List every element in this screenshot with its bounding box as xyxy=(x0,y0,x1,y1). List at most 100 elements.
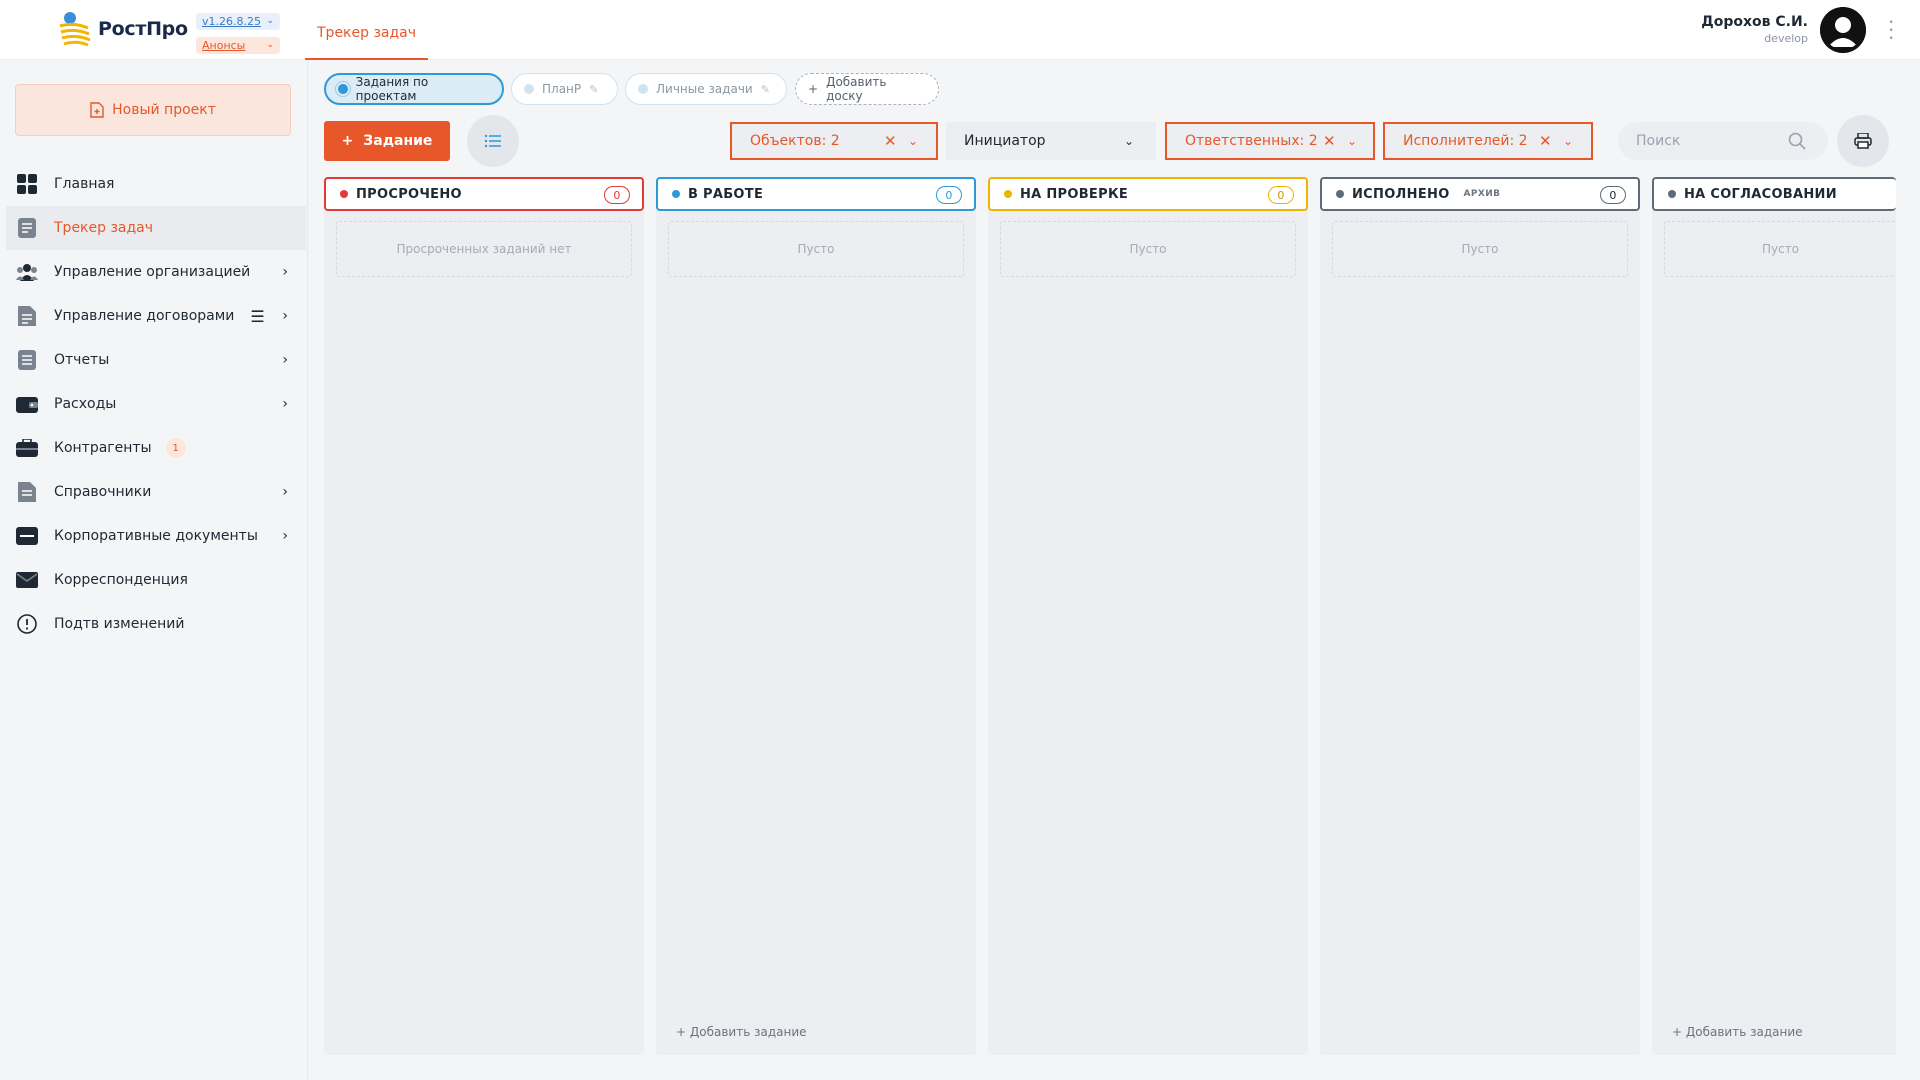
users-icon xyxy=(16,261,38,283)
chevron-down-icon: ⌄ xyxy=(266,40,274,50)
archive-link[interactable]: АРХИВ xyxy=(1464,189,1501,199)
sidebar-item-organization[interactable]: Управление организацией › xyxy=(6,250,306,294)
column-title: НА СОГЛАСОВАНИИ xyxy=(1684,186,1837,202)
user-info[interactable]: Дорохов С.И. develop xyxy=(1701,14,1808,45)
chevron-right-icon: › xyxy=(282,264,288,280)
column-header: НА СОГЛАСОВАНИИ xyxy=(1652,177,1896,211)
sidebar: Новый проект Главная Трекер задач Управл… xyxy=(0,60,308,1080)
sidebar-item-correspondence[interactable]: Корреспонденция xyxy=(6,558,306,602)
sidebar-item-label: Корпоративные документы xyxy=(54,528,258,544)
sidebar-item-corporate-docs[interactable]: Корпоративные документы › xyxy=(6,514,306,558)
board-tab-projects[interactable]: Задания по проектам xyxy=(324,73,504,105)
column-title: ИСПОЛНЕНО xyxy=(1352,186,1450,202)
column-review: НА ПРОВЕРКЕ 0 Пусто xyxy=(988,177,1308,1055)
search-field[interactable]: Поиск xyxy=(1618,122,1828,160)
chevron-right-icon: › xyxy=(282,352,288,368)
column-empty-placeholder: Пусто xyxy=(1664,221,1896,277)
new-project-button[interactable]: Новый проект xyxy=(15,84,291,136)
list-icon[interactable]: ☰ xyxy=(250,307,264,326)
document-icon xyxy=(16,217,38,239)
sidebar-item-contracts[interactable]: Управление договорами ☰ › xyxy=(6,294,306,338)
alert-circle-icon xyxy=(16,613,38,635)
filter-responsible[interactable]: Ответственных: 2 ✕ ⌄ xyxy=(1165,122,1375,160)
app-header: РостПро v1.26.8.25 ⌄ Анонсы ⌄ Трекер зад… xyxy=(0,0,1920,60)
status-dot-icon xyxy=(340,190,348,198)
filter-executors[interactable]: Исполнителей: 2 ✕ ⌄ xyxy=(1383,122,1593,160)
board-tab-label: Задания по проектам xyxy=(355,75,429,103)
column-done: ИСПОЛНЕНО АРХИВ 0 Пусто xyxy=(1320,177,1640,1055)
sidebar-item-label: Управление договорами xyxy=(54,308,235,324)
sidebar-item-reports[interactable]: Отчеты › xyxy=(6,338,306,382)
column-title: ПРОСРОЧЕНО xyxy=(356,186,462,202)
edit-icon[interactable]: ✎ xyxy=(589,83,598,96)
plus-icon: + xyxy=(341,133,354,149)
add-board-button[interactable]: + Добавить доску xyxy=(795,73,939,105)
chevron-right-icon: › xyxy=(282,396,288,412)
tab-task-tracker[interactable]: Трекер задач xyxy=(305,0,429,60)
clear-icon[interactable]: ✕ xyxy=(884,132,897,150)
announcements-dropdown[interactable]: Анонсы ⌄ xyxy=(196,37,280,54)
filter-executors-label: Исполнителей: 2 xyxy=(1403,133,1528,149)
add-task-link[interactable]: + Добавить задание xyxy=(1672,1025,1803,1039)
filter-objects[interactable]: Объектов: 2 ✕ ⌄ xyxy=(730,122,938,160)
printer-icon xyxy=(1854,133,1872,149)
logo[interactable]: РостПро xyxy=(58,10,188,48)
column-empty-placeholder: Пусто xyxy=(668,221,964,277)
version-label: v1.26.8.25 xyxy=(202,15,261,28)
clear-icon[interactable]: ✕ xyxy=(1539,132,1552,150)
add-task-link[interactable]: + Добавить задание xyxy=(676,1025,807,1039)
add-task-link-label: Добавить задание xyxy=(689,1025,807,1039)
avatar[interactable] xyxy=(1820,7,1866,53)
sidebar-item-label: Главная xyxy=(54,176,115,192)
column-empty-placeholder: Пусто xyxy=(1332,221,1628,277)
sidebar-item-home[interactable]: Главная xyxy=(6,162,306,206)
filter-initiator[interactable]: Инициатор ⌄ xyxy=(946,122,1156,160)
clear-icon[interactable]: ✕ xyxy=(1323,132,1336,150)
column-empty-placeholder: Пусто xyxy=(1000,221,1296,277)
sidebar-item-counterparties[interactable]: Контрагенты 1 xyxy=(6,426,306,470)
column-count-badge: 0 xyxy=(936,186,962,204)
sidebar-item-task-tracker[interactable]: Трекер задач xyxy=(6,206,306,250)
list-view-button[interactable] xyxy=(467,115,519,167)
column-in-progress: В РАБОТЕ 0 Пусто + Добавить задание xyxy=(656,177,976,1055)
add-board-label: Добавить доску xyxy=(826,75,887,103)
report-icon xyxy=(16,349,38,371)
sidebar-item-directories[interactable]: Справочники › xyxy=(6,470,306,514)
column-approval: НА СОГЛАСОВАНИИ Пусто + Добавить задание xyxy=(1652,177,1896,1055)
chevron-right-icon: › xyxy=(282,484,288,500)
user-icon xyxy=(1820,7,1866,53)
board-tab-personal[interactable]: Личные задачи ✎ xyxy=(625,73,787,105)
sidebar-item-label: Подтв изменений xyxy=(54,616,185,632)
plus-icon: + xyxy=(808,82,819,96)
column-header: В РАБОТЕ 0 xyxy=(656,177,976,211)
sidebar-item-label: Контрагенты xyxy=(54,440,152,456)
plus-icon: + xyxy=(676,1025,690,1039)
chevron-right-icon: › xyxy=(282,308,288,324)
filter-objects-label: Объектов: 2 xyxy=(750,133,840,149)
version-dropdown[interactable]: v1.26.8.25 ⌄ xyxy=(196,13,280,30)
search-input[interactable]: Поиск xyxy=(1636,133,1680,149)
sidebar-item-confirm-changes[interactable]: Подтв изменений xyxy=(6,602,306,646)
folder-icon xyxy=(16,525,38,547)
column-overdue: ПРОСРОЧЕНО 0 Просроченных заданий нет xyxy=(324,177,644,1055)
briefcase-icon xyxy=(16,437,38,459)
add-task-button[interactable]: + Задание xyxy=(324,121,450,161)
sidebar-item-label: Корреспонденция xyxy=(54,572,188,588)
user-name: Дорохов С.И. xyxy=(1701,14,1808,30)
board-tab-planr[interactable]: ПланР ✎ xyxy=(511,73,618,105)
new-project-label: Новый проект xyxy=(112,102,216,118)
chevron-down-icon: ⌄ xyxy=(1124,134,1135,148)
column-count-badge: 0 xyxy=(604,186,630,204)
more-menu-icon[interactable]: · · · xyxy=(1888,12,1894,48)
radio-dot-icon xyxy=(524,84,534,94)
status-dot-icon xyxy=(1668,190,1676,198)
column-count-badge: 0 xyxy=(1600,186,1626,204)
print-button[interactable] xyxy=(1837,115,1889,167)
chevron-right-icon: › xyxy=(282,528,288,544)
sidebar-item-expenses[interactable]: Расходы › xyxy=(6,382,306,426)
radio-dot-icon xyxy=(638,84,648,94)
contract-icon xyxy=(16,305,38,327)
filter-initiator-label: Инициатор xyxy=(964,133,1046,149)
sidebar-item-label: Трекер задач xyxy=(54,220,154,236)
edit-icon[interactable]: ✎ xyxy=(761,83,770,96)
